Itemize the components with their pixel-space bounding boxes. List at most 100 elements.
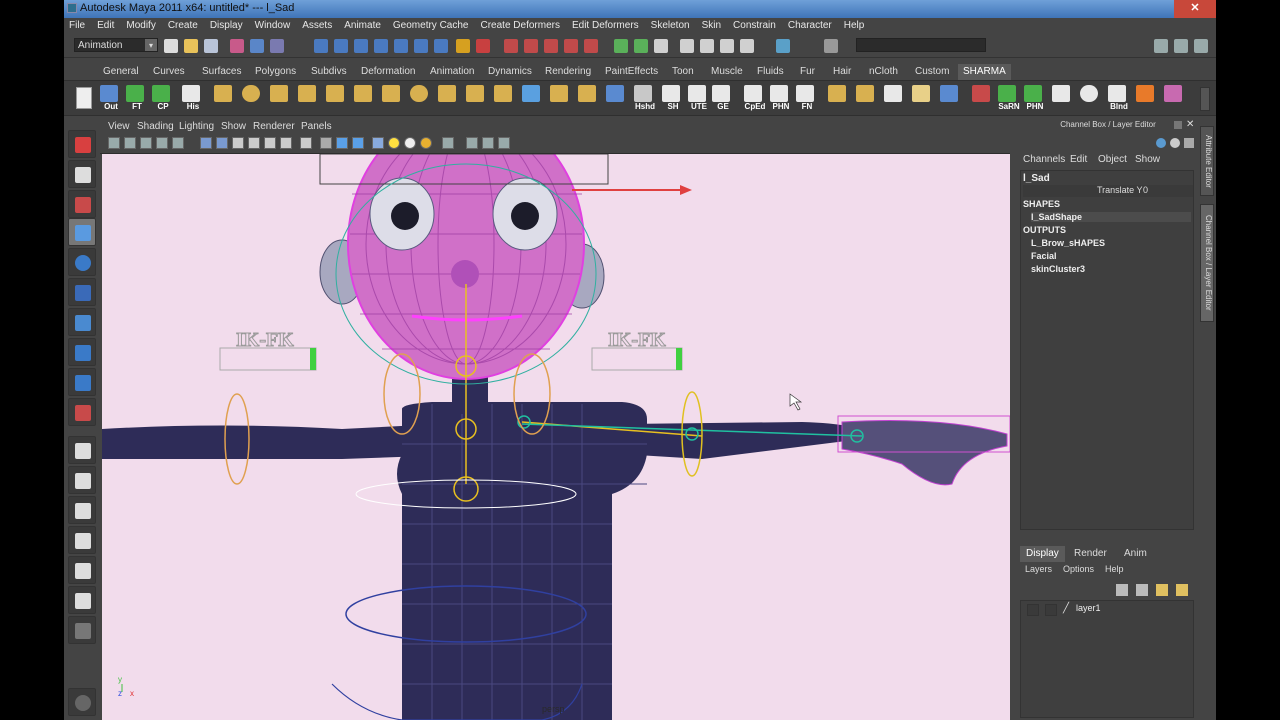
shelf-tab-fur[interactable]: Fur [795,64,820,80]
cb-menu-show[interactable]: Show [1135,154,1160,165]
shelf-tab-ncloth[interactable]: nCloth [864,64,903,80]
move-layer-up-icon[interactable] [1116,584,1128,596]
output-node[interactable]: skinCluster3 [1031,264,1085,274]
shadows-icon[interactable] [372,137,384,149]
menu-geometry-cache[interactable]: Geometry Cache [393,18,475,34]
shelf-tab-hair[interactable]: Hair [828,64,856,80]
wireframe-on-shaded-icon[interactable] [232,137,244,149]
panel-menu-lighting[interactable]: Lighting [179,120,214,134]
template-toggle[interactable] [1045,604,1057,616]
panel-menu-view[interactable]: View [108,120,130,134]
shelf-tab-muscle[interactable]: Muscle [706,64,748,80]
shelf-button-fn[interactable]: FN [792,84,818,114]
layout-hypershade-persp[interactable] [68,556,96,584]
ik-fk-switch-right[interactable] [591,347,683,371]
save-scene-icon[interactable] [204,39,218,53]
universal-manipulator-tool[interactable] [68,308,96,336]
open-scene-icon[interactable] [184,39,198,53]
shelf-button-phn[interactable]: PHN [766,84,792,114]
shelf-button-10[interactable] [350,84,376,114]
cb-menu-edit[interactable]: Edit [1070,154,1087,165]
shelf-button-sarn[interactable]: SaRN [994,84,1020,114]
mask-misc-icon[interactable] [434,39,448,53]
ipr-render-icon[interactable] [720,39,734,53]
mask-dynamics-icon[interactable] [394,39,408,53]
mask-rendering-icon[interactable] [414,39,428,53]
shelf-button-27[interactable] [908,84,934,114]
lasso-tool[interactable] [68,160,96,188]
construction-history-icon[interactable] [654,39,668,53]
shelf-button-26[interactable] [880,84,906,114]
output-ops-icon[interactable] [634,39,648,53]
render-settings-icon[interactable] [740,39,754,53]
snap-point-icon[interactable] [544,39,558,53]
menu-help[interactable]: Help [844,18,871,34]
camera-icon[interactable] [482,137,494,149]
perspective-viewport[interactable]: IK-FK IK-FK y z x persp [102,154,1010,720]
mask-joints-icon[interactable] [314,39,328,53]
ik-fk-switch-left[interactable] [219,347,317,371]
menu-character[interactable]: Character [788,18,838,34]
tab-display[interactable]: Display [1020,546,1065,562]
isolate-select-icon[interactable] [280,137,292,149]
attr-value[interactable]: 0 [1143,185,1148,195]
shelf-button-sh[interactable]: SH [658,84,684,114]
mask-curves-icon[interactable] [334,39,348,53]
cb-menu-object[interactable]: Object [1098,154,1127,165]
shape-node[interactable]: l_SadShape [1031,212,1191,222]
mask-surfaces-icon[interactable] [354,39,368,53]
shelf-button-12[interactable] [406,84,432,114]
paint-select-tool[interactable] [68,190,96,218]
menu-file[interactable]: File [69,18,91,34]
neck[interactable] [452,374,488,414]
menu-skin[interactable]: Skin [702,18,727,34]
lock-selection-icon[interactable] [456,39,470,53]
menu-animate[interactable]: Animate [344,18,387,34]
selected-lights-icon[interactable] [420,137,432,149]
film-gate-icon[interactable] [172,137,184,149]
shelf-button-ute[interactable]: UTE [684,84,710,114]
input-line-icon[interactable] [776,39,790,53]
layer-menu-help[interactable]: Help [1105,564,1124,574]
maya-logo-button[interactable] [68,688,96,716]
new-layer-from-selection-icon[interactable] [1176,584,1188,596]
render-view-icon[interactable] [680,39,694,53]
shelf-tab-fluids[interactable]: Fluids [752,64,789,80]
shelf-tab-deformation[interactable]: Deformation [356,64,420,80]
layer-menu-options[interactable]: Options [1063,564,1094,574]
grid-toggle-icon[interactable] [466,137,478,149]
shelf-button-29[interactable] [968,84,994,114]
xray-icon[interactable] [248,137,260,149]
shelf-button-32[interactable] [1048,84,1074,114]
hud-icon[interactable] [442,137,454,149]
smooth-shade-icon[interactable] [216,137,228,149]
shelf-button-28[interactable] [936,84,962,114]
menu-edit[interactable]: Edit [97,18,120,34]
layout-options[interactable] [68,616,96,644]
window-close-button[interactable]: ✕ [1174,0,1216,18]
close-icon[interactable]: ✕ [1186,119,1194,130]
shelf-button-18[interactable] [574,84,600,114]
shelf-button-24[interactable] [824,84,850,114]
hyper-icon[interactable] [1184,138,1194,148]
shelf-tab-general[interactable]: General [98,64,144,80]
rotate-tool[interactable] [68,248,96,276]
shelf-scroll-icon[interactable] [1200,87,1210,111]
tab-anim[interactable]: Anim [1118,546,1153,562]
shelf-button-cped[interactable]: CpEd [740,84,766,114]
shelf-button-6[interactable] [238,84,264,114]
select-hierarchy-icon[interactable] [230,39,244,53]
soft-modification-tool[interactable] [68,338,96,366]
scale-tool[interactable] [68,278,96,306]
layout-graph-persp[interactable] [68,526,96,554]
all-lights-icon[interactable] [404,137,416,149]
menu-set-selector[interactable]: Animation ▾ [74,38,158,52]
layout-four-panes[interactable] [68,466,96,494]
snap-plane-icon[interactable] [564,39,578,53]
tab-render[interactable]: Render [1068,546,1113,562]
menu-window[interactable]: Window [255,18,297,34]
shelf-tab-dynamics[interactable]: Dynamics [483,64,537,80]
select-component-icon[interactable] [270,39,284,53]
output-node[interactable]: Facial [1031,251,1057,261]
menu-create-deformers[interactable]: Create Deformers [481,18,566,34]
